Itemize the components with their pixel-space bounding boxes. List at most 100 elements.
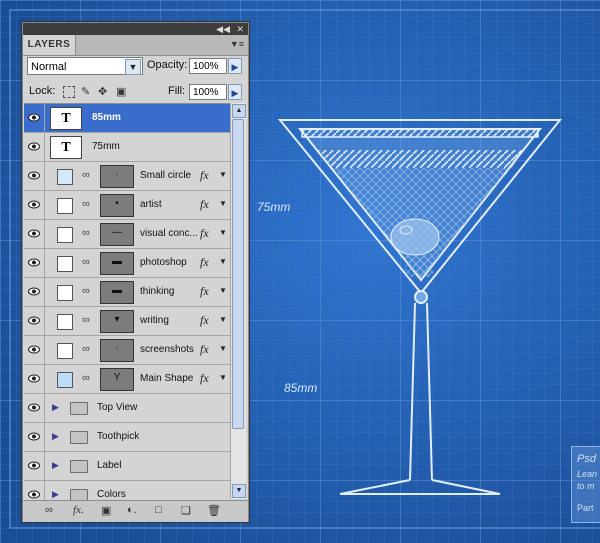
visibility-eye-icon[interactable] <box>24 452 45 480</box>
expand-effects-icon[interactable]: ▼ <box>219 170 227 179</box>
expand-effects-icon[interactable]: ▼ <box>219 344 227 353</box>
group-row[interactable]: ▶ Label <box>24 452 230 481</box>
group-name: Top View <box>97 402 138 413</box>
close-icon[interactable]: ✕ <box>236 23 244 35</box>
info-box: Psd Lean to m Part <box>571 446 600 523</box>
fx-icon[interactable]: fx. <box>73 504 84 516</box>
trash-icon[interactable]: 🗑 <box>207 504 221 517</box>
adjustment-layer-icon[interactable]: ◐. <box>127 504 137 516</box>
layer-row[interactable]: ∞ · screenshots fx ▼ <box>24 336 230 365</box>
visibility-eye-icon[interactable] <box>24 394 45 422</box>
group-row[interactable]: ▶ Toothpick <box>24 423 230 452</box>
opacity-slider-arrow[interactable]: ▶ <box>228 58 242 74</box>
panel-tab-bar: LAYERS ▼≡ <box>23 35 248 56</box>
lock-move-icon[interactable]: ✥ <box>98 85 107 98</box>
chevron-down-icon[interactable]: ▼ <box>125 59 141 75</box>
folder-icon <box>70 460 88 473</box>
dimension-label-85mm: 85mm <box>284 381 318 395</box>
expand-triangle-icon[interactable]: ▶ <box>52 489 59 500</box>
expand-triangle-icon[interactable]: ▶ <box>52 431 59 442</box>
expand-effects-icon[interactable]: ▼ <box>219 257 227 266</box>
layer-name: Main Shape <box>140 373 194 384</box>
layer-thumbnail <box>57 227 73 243</box>
panel-title-bar[interactable]: ◀◀ ✕ <box>23 23 248 35</box>
scroll-up-icon[interactable]: ▲ <box>232 104 246 118</box>
expand-triangle-icon[interactable]: ▶ <box>52 402 59 413</box>
visibility-eye-icon[interactable] <box>24 307 45 335</box>
layers-scrollbar[interactable]: ▲ ▼ <box>230 103 246 499</box>
vector-mask-thumbnail: • <box>100 194 134 217</box>
layer-name: writing <box>140 315 169 326</box>
fx-icon[interactable]: fx <box>200 313 209 328</box>
fx-icon[interactable]: fx <box>200 255 209 270</box>
link-icon: ∞ <box>82 314 90 326</box>
visibility-eye-icon[interactable] <box>24 104 45 132</box>
layer-row[interactable]: T 85mm <box>24 104 230 133</box>
scroll-down-icon[interactable]: ▼ <box>232 484 246 498</box>
layer-thumbnail <box>57 285 73 301</box>
layers-list: T 85mm T 75mm ∞ · Small circle fx ▼ ∞ • artist fx ▼ ∞ —… <box>24 103 230 500</box>
fx-icon[interactable]: fx <box>200 226 209 241</box>
opacity-input[interactable]: 100% <box>189 58 227 74</box>
layer-row[interactable]: ∞ ▾ writing fx ▼ <box>24 307 230 336</box>
lock-all-icon[interactable]: ▣ <box>116 85 126 98</box>
fx-icon[interactable]: fx <box>200 197 209 212</box>
fx-icon[interactable]: fx <box>200 371 209 386</box>
layer-row[interactable]: ∞ ▬ thinking fx ▼ <box>24 278 230 307</box>
layer-mask-icon[interactable]: ▣ <box>101 504 111 517</box>
layer-thumbnail <box>57 169 73 185</box>
link-icon: ∞ <box>82 227 90 239</box>
visibility-eye-icon[interactable] <box>24 278 45 306</box>
layer-row[interactable]: T 75mm <box>24 133 230 162</box>
fx-icon[interactable]: fx <box>200 342 209 357</box>
expand-triangle-icon[interactable]: ▶ <box>52 460 59 471</box>
group-name: Toothpick <box>97 431 140 442</box>
visibility-eye-icon[interactable] <box>24 191 45 219</box>
fill-slider-arrow[interactable]: ▶ <box>228 84 242 100</box>
scrollbar-thumb[interactable] <box>232 119 244 429</box>
info-box-footer: Part <box>577 503 594 513</box>
lock-brush-icon[interactable]: ✎ <box>81 85 90 98</box>
expand-effects-icon[interactable]: ▼ <box>219 373 227 382</box>
layer-row[interactable]: ∞ ▬ photoshop fx ▼ <box>24 249 230 278</box>
link-icon: ∞ <box>82 343 90 355</box>
visibility-eye-icon[interactable] <box>24 220 45 248</box>
group-row[interactable]: ▶ Colors <box>24 481 230 500</box>
collapse-icon[interactable]: ◀◀ <box>216 23 230 35</box>
panel-menu-icon[interactable]: ▼≡ <box>230 39 244 49</box>
fill-input[interactable]: 100% <box>189 84 227 100</box>
link-icon: ∞ <box>82 169 90 181</box>
expand-effects-icon[interactable]: ▼ <box>219 228 227 237</box>
blend-mode-value: Normal <box>31 61 67 73</box>
layer-row[interactable]: ∞ • artist fx ▼ <box>24 191 230 220</box>
tab-layers[interactable]: LAYERS <box>23 35 76 55</box>
layer-row[interactable]: ∞ · Small circle fx ▼ <box>24 162 230 191</box>
visibility-eye-icon[interactable] <box>24 365 45 393</box>
expand-effects-icon[interactable]: ▼ <box>219 286 227 295</box>
layer-row[interactable]: ∞ — visual conc... fx ▼ <box>24 220 230 249</box>
layers-panel: ◀◀ ✕ LAYERS ▼≡ Normal ▼ Opacity: 100% ▶ … <box>22 22 249 522</box>
expand-effects-icon[interactable]: ▼ <box>219 199 227 208</box>
layer-row[interactable]: ∞ Y Main Shape fx ▼ <box>24 365 230 394</box>
visibility-eye-icon[interactable] <box>24 133 45 161</box>
blend-mode-select[interactable]: Normal ▼ <box>27 57 143 75</box>
fx-icon[interactable]: fx <box>200 168 209 183</box>
visibility-eye-icon[interactable] <box>24 423 45 451</box>
link-layers-icon[interactable]: ∞ <box>45 504 53 516</box>
fx-icon[interactable]: fx <box>200 284 209 299</box>
group-row[interactable]: ▶ Top View <box>24 394 230 423</box>
layer-name: Small circle <box>140 170 192 181</box>
visibility-eye-icon[interactable] <box>24 162 45 190</box>
visibility-eye-icon[interactable] <box>24 336 45 364</box>
layer-name: 85mm <box>92 112 121 123</box>
new-layer-icon[interactable]: ❏ <box>181 504 191 517</box>
blend-row: Normal ▼ Opacity: 100% ▶ <box>27 57 244 77</box>
lock-transparent-icon[interactable] <box>63 86 75 98</box>
visibility-eye-icon[interactable] <box>24 249 45 277</box>
expand-effects-icon[interactable]: ▼ <box>219 315 227 324</box>
vector-mask-thumbnail: — <box>100 223 134 246</box>
lock-label: Lock: <box>29 85 56 97</box>
folder-icon <box>70 402 88 415</box>
visibility-eye-icon[interactable] <box>24 481 45 500</box>
new-group-icon[interactable]: □ <box>155 504 162 516</box>
